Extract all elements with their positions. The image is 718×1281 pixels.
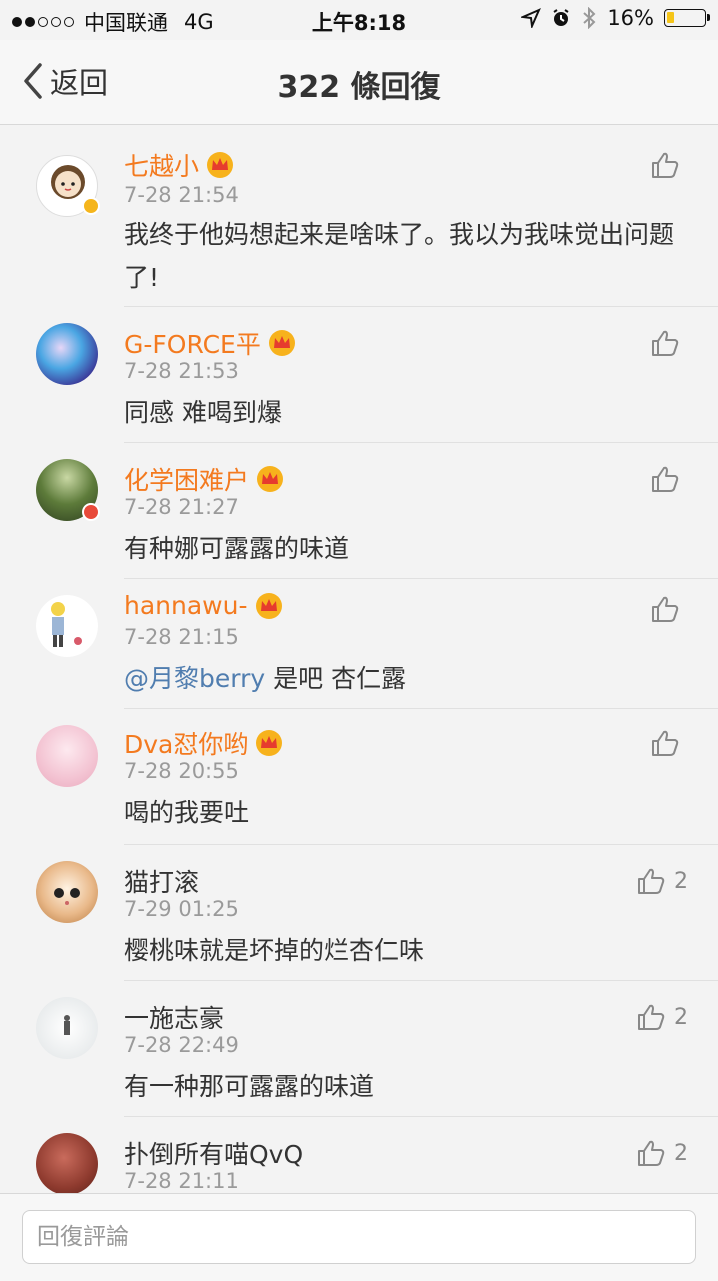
comment-item: 猫打滚 7-29 01:25 樱桃味就是坏掉的烂杏仁味 2 xyxy=(0,845,718,981)
comment-username[interactable]: hannawu- xyxy=(124,591,284,620)
comment-text: 有一种那可露露的味道 xyxy=(124,1072,375,1101)
comment-username[interactable]: G-FORCE平 xyxy=(124,325,297,361)
vip-crown-icon xyxy=(268,330,295,356)
avatar[interactable] xyxy=(36,1133,98,1193)
comment-list[interactable]: 七越小 7-28 21:54 我终于他妈想起来是啥味了。我以为我味觉出问题了! … xyxy=(0,125,718,1193)
comment-username[interactable]: 七越小 xyxy=(124,147,235,183)
like-button[interactable] xyxy=(650,595,688,623)
comment-item: Dva怼你哟 7-28 20:55 喝的我要吐 xyxy=(0,709,718,845)
location-icon xyxy=(521,8,542,28)
verified-badge-icon xyxy=(82,503,100,521)
verified-badge-icon xyxy=(82,197,100,215)
comment-text: 喝的我要吐 xyxy=(124,798,250,827)
like-button[interactable] xyxy=(650,729,688,757)
avatar[interactable] xyxy=(36,997,98,1059)
comment-username[interactable]: 一施志豪 xyxy=(124,999,224,1035)
comment-time: 7-28 21:54 xyxy=(124,183,239,207)
reply-bar: 回復評論 xyxy=(0,1193,718,1281)
comment-text: @月黎berry 是吧 杏仁露 xyxy=(124,664,407,693)
comment-time: 7-28 21:15 xyxy=(124,625,239,649)
comment-text: 同感 难喝到爆 xyxy=(124,398,282,427)
comment-item: 七越小 7-28 21:54 我终于他妈想起来是啥味了。我以为我味觉出问题了! xyxy=(0,125,718,307)
comment-username[interactable]: Dva怼你哟 xyxy=(124,725,284,761)
like-count: 2 xyxy=(674,1140,688,1166)
nav-bar: 返回 322 條回復 xyxy=(0,40,718,125)
comment-time: 7-28 21:27 xyxy=(124,495,239,519)
like-button[interactable]: 2 xyxy=(636,1003,688,1031)
comment-username[interactable]: 化学困难户 xyxy=(124,461,285,497)
status-right: 16% xyxy=(521,6,710,30)
comment-time: 7-29 01:25 xyxy=(124,897,239,921)
thumbs-up-icon xyxy=(652,330,679,356)
battery-icon xyxy=(664,9,710,27)
comment-username[interactable]: 扑倒所有喵QvQ xyxy=(124,1135,303,1171)
like-button[interactable] xyxy=(650,329,688,357)
thumbs-up-icon xyxy=(652,596,679,622)
thumbs-up-icon xyxy=(652,152,679,178)
vip-crown-icon xyxy=(257,466,284,492)
vip-crown-icon xyxy=(207,152,234,178)
avatar[interactable] xyxy=(36,595,98,657)
comment-item: 一施志豪 7-28 22:49 有一种那可露露的味道 2 xyxy=(0,981,718,1117)
comment-time: 7-28 21:53 xyxy=(124,359,239,383)
like-button[interactable]: 2 xyxy=(636,1139,688,1167)
thumbs-up-icon xyxy=(652,466,679,492)
battery-percent: 16% xyxy=(607,6,654,30)
reply-input[interactable]: 回復評論 xyxy=(22,1210,696,1264)
like-button[interactable] xyxy=(650,151,688,179)
like-count: 2 xyxy=(674,1004,688,1030)
thumbs-up-icon xyxy=(638,1004,665,1030)
avatar[interactable] xyxy=(36,323,98,385)
mention-link[interactable]: @月黎berry xyxy=(124,664,265,693)
thumbs-up-icon xyxy=(638,1140,665,1166)
comment-username[interactable]: 猫打滚 xyxy=(124,863,199,899)
comment-item: hannawu- 7-28 21:15 @月黎berry 是吧 杏仁露 xyxy=(0,579,718,709)
comment-text: 我终于他妈想起来是啥味了。我以为我味觉出问题了! xyxy=(124,220,675,292)
like-button[interactable]: 2 xyxy=(636,867,688,895)
comment-item: G-FORCE平 7-28 21:53 同感 难喝到爆 xyxy=(0,307,718,443)
comment-time: 7-28 21:11 xyxy=(124,1169,239,1193)
page-title: 322 條回復 xyxy=(277,70,441,105)
like-button[interactable] xyxy=(650,465,688,493)
alarm-icon xyxy=(553,9,569,26)
thumbs-up-icon xyxy=(652,730,679,756)
comment-text: 有种娜可露露的味道 xyxy=(124,534,350,563)
status-bar: 中国联通 4G 上午8:18 16% xyxy=(0,0,718,40)
comment-time: 7-28 22:49 xyxy=(124,1033,239,1057)
avatar[interactable] xyxy=(36,861,98,923)
like-count: 2 xyxy=(674,868,688,894)
comment-item: 化学困难户 7-28 21:27 有种娜可露露的味道 xyxy=(0,443,718,579)
bluetooth-icon xyxy=(583,7,596,29)
vip-crown-icon xyxy=(256,730,283,756)
avatar[interactable] xyxy=(36,725,98,787)
comment-time: 7-28 20:55 xyxy=(124,759,239,783)
vip-crown-icon xyxy=(255,592,282,619)
comment-text: 樱桃味就是坏掉的烂杏仁味 xyxy=(124,936,425,965)
thumbs-up-icon xyxy=(638,868,665,894)
comment-item: 扑倒所有喵QvQ 7-28 21:11 2 xyxy=(0,1117,718,1193)
